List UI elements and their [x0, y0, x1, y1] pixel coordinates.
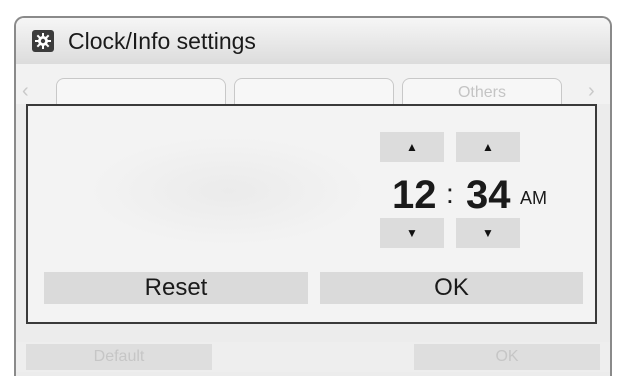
- blurred-background: [88, 136, 368, 246]
- reset-button[interactable]: Reset: [44, 272, 308, 304]
- tab-bar: ‹ Others ›: [16, 64, 610, 108]
- time-set-dialog: ▲ ▲ 12 : 34 AM ▼ ▼ Reset OK: [26, 104, 597, 324]
- hour-down-button[interactable]: ▼: [380, 218, 444, 248]
- time-separator: :: [446, 178, 454, 209]
- footer-bar: Default OK: [16, 342, 610, 372]
- hour-value: 12: [392, 173, 437, 217]
- footer-ok-button[interactable]: OK: [414, 344, 600, 370]
- window-title: Clock/Info settings: [68, 28, 256, 54]
- minute-up-button[interactable]: ▲: [456, 132, 520, 162]
- gear-icon: [32, 30, 54, 52]
- title-bar: Clock/Info settings: [16, 18, 610, 65]
- default-button[interactable]: Default: [26, 344, 212, 370]
- tab-left-arrow-icon[interactable]: ‹: [22, 80, 29, 103]
- down-arrow-icon: ▼: [482, 226, 494, 240]
- tab-right-arrow-icon[interactable]: ›: [588, 80, 595, 103]
- ok-button[interactable]: OK: [320, 272, 583, 304]
- up-arrow-icon: ▲: [406, 140, 418, 154]
- minute-value: 34: [466, 173, 511, 217]
- up-arrow-icon: ▲: [482, 140, 494, 154]
- ampm-indicator[interactable]: AM: [520, 188, 547, 209]
- minute-down-button[interactable]: ▼: [456, 218, 520, 248]
- hour-up-button[interactable]: ▲: [380, 132, 444, 162]
- down-arrow-icon: ▼: [406, 226, 418, 240]
